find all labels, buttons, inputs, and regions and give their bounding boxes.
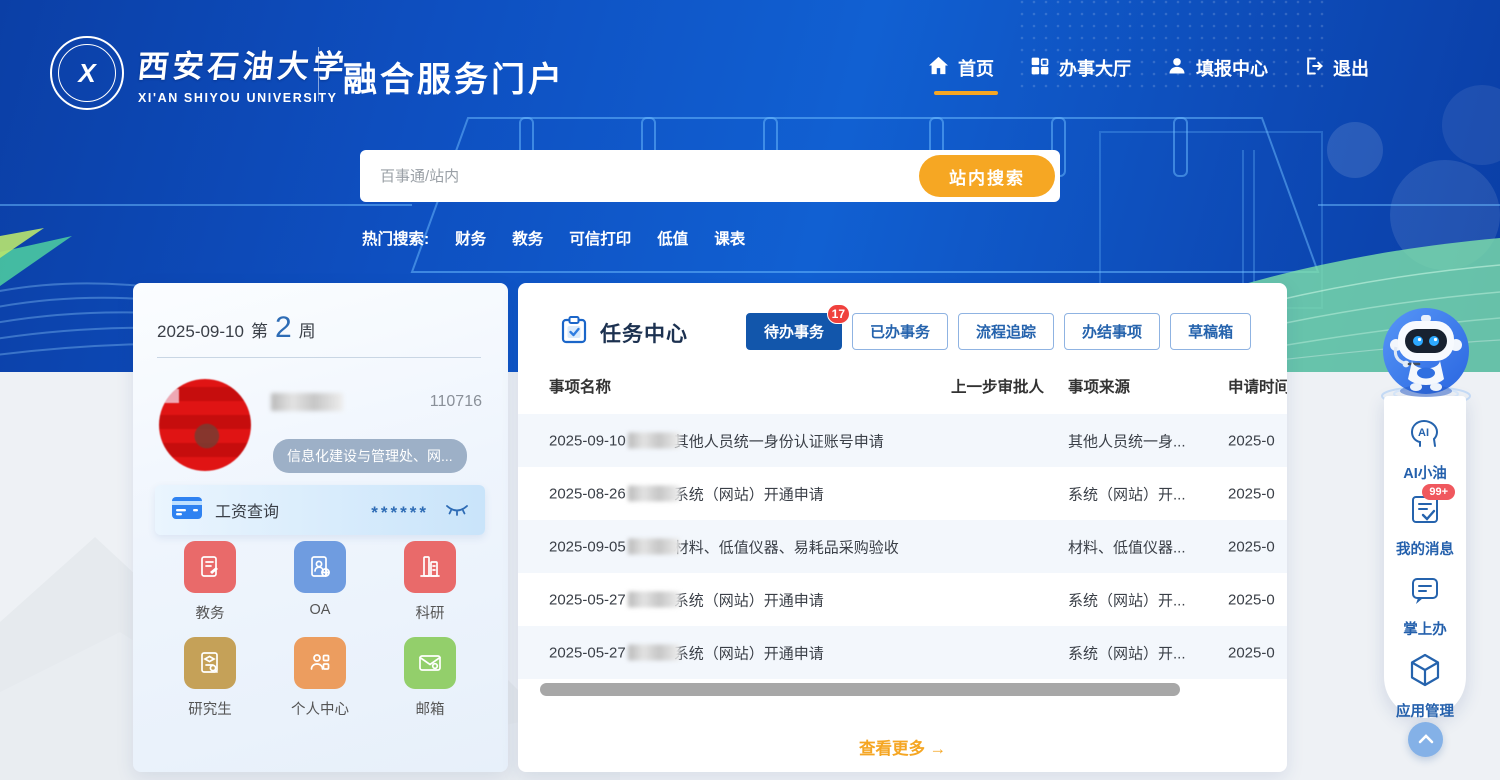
university-name-en: XI'AN SHIYOU UNIVERSITY bbox=[138, 91, 348, 105]
week-number: 2 bbox=[275, 311, 292, 345]
scroll-to-top-button[interactable] bbox=[1408, 722, 1443, 757]
hot-term[interactable]: 课表 bbox=[714, 227, 745, 249]
id-card-icon bbox=[294, 541, 346, 593]
header-divider bbox=[318, 47, 319, 101]
portal-title: 融合服务门户 bbox=[343, 52, 565, 101]
chevron-up-icon bbox=[1418, 731, 1434, 749]
redacted-name bbox=[628, 433, 680, 449]
task-tabs: 待办事务 17 已办事务 流程追踪 办结事项 草稿箱 bbox=[746, 313, 1251, 350]
tab-pending[interactable]: 待办事务 17 bbox=[746, 313, 842, 350]
table-row[interactable]: 2025-09-10其他人员统一身份认证账号申请 其他人员统一身... 2025… bbox=[518, 414, 1287, 467]
tab-done[interactable]: 已办事务 bbox=[852, 313, 948, 350]
hot-term[interactable]: 可信打印 bbox=[569, 227, 631, 249]
home-icon bbox=[928, 56, 949, 80]
app-mail[interactable]: 邮箱 bbox=[404, 637, 456, 719]
horizontal-scrollbar[interactable] bbox=[540, 683, 1180, 696]
pending-count-badge: 17 bbox=[827, 304, 850, 324]
app-oa[interactable]: OA bbox=[294, 541, 346, 623]
view-more-link[interactable]: 查看更多 → bbox=[518, 735, 1287, 759]
nav-item-report-center[interactable]: 填报中心 bbox=[1167, 55, 1268, 95]
eye-closed-icon[interactable] bbox=[445, 502, 469, 518]
app-yanjiusheng[interactable]: 研究生 bbox=[184, 637, 236, 719]
app-keyan[interactable]: 科研 bbox=[404, 541, 456, 623]
university-emblem-icon: X bbox=[50, 36, 124, 110]
redacted-name bbox=[628, 645, 680, 661]
app-personal-center[interactable]: 个人中心 bbox=[291, 637, 349, 719]
svg-text:AI: AI bbox=[1418, 427, 1429, 439]
clipboard-check-icon bbox=[560, 315, 588, 350]
chat-bubble-icon bbox=[1409, 576, 1441, 611]
top-nav: 首页 办事大厅 填报中心 bbox=[928, 55, 1369, 95]
messages-count-badge: 99+ bbox=[1422, 484, 1455, 500]
salary-query-card: 工资查询 ****** bbox=[155, 485, 485, 535]
float-item-mobile-office[interactable]: 掌上办 bbox=[1384, 576, 1466, 639]
doc-edit-icon bbox=[184, 541, 236, 593]
employee-id: 110716 bbox=[430, 393, 482, 411]
table-row[interactable]: 2025-05-27系统（网站）开通申请 系统（网站）开... 2025-0 bbox=[518, 573, 1287, 626]
float-item-ai[interactable]: AI AI小油 bbox=[1384, 418, 1466, 483]
salary-label: 工资查询 bbox=[215, 498, 279, 522]
building-icon bbox=[404, 541, 456, 593]
user-icon bbox=[1167, 56, 1187, 81]
tab-drafts[interactable]: 草稿箱 bbox=[1170, 313, 1251, 350]
task-center-title: 任务中心 bbox=[600, 318, 688, 348]
people-icon bbox=[294, 637, 346, 689]
hot-term[interactable]: 教务 bbox=[512, 227, 543, 249]
active-nav-underline bbox=[934, 91, 998, 95]
site-search: 站内搜索 bbox=[360, 150, 1060, 202]
salary-masked-value: ****** bbox=[371, 497, 429, 523]
hot-search-row: 热门搜索: 财务 教务 可信打印 低值 课表 bbox=[362, 227, 745, 249]
float-item-app-management[interactable]: 应用管理 bbox=[1384, 652, 1466, 721]
app-jiaowu[interactable]: 教务 bbox=[184, 541, 236, 623]
mail-icon bbox=[404, 637, 456, 689]
ai-robot-mascot[interactable] bbox=[1382, 307, 1470, 399]
cube-icon bbox=[1408, 652, 1442, 693]
hot-term[interactable]: 低值 bbox=[657, 227, 688, 249]
hot-search-label: 热门搜索: bbox=[362, 227, 429, 249]
salary-card-icon bbox=[171, 496, 203, 525]
table-header: 事项名称 上一步审批人 事项来源 申请时间 bbox=[518, 375, 1287, 405]
date-week: 2025-09-10 第 2 周 bbox=[157, 311, 316, 345]
table-row[interactable]: 2025-08-26系统（网站）开通申请 系统（网站）开... 2025-0 bbox=[518, 467, 1287, 520]
nav-item-home[interactable]: 首页 bbox=[928, 55, 994, 95]
avatar bbox=[159, 379, 251, 471]
nav-item-service-hall[interactable]: 办事大厅 bbox=[1030, 55, 1131, 95]
university-logo: X 西安石油大学 XI'AN SHIYOU UNIVERSITY bbox=[50, 36, 348, 110]
grad-doc-icon bbox=[184, 637, 236, 689]
table-row[interactable]: 2025-09-05材料、低值仪器、易耗品采购验收 材料、低值仪器... 202… bbox=[518, 520, 1287, 573]
redacted-name bbox=[628, 486, 680, 502]
profile-divider bbox=[157, 357, 481, 358]
profile-card: 2025-09-10 第 2 周 110716 信息化建设与管理处、网... 工… bbox=[133, 283, 508, 772]
redacted-name bbox=[628, 539, 680, 555]
redacted-name bbox=[628, 592, 680, 608]
user-name-redacted bbox=[271, 393, 343, 411]
nav-item-logout[interactable]: 退出 bbox=[1304, 55, 1369, 95]
portal-page: X 西安石油大学 XI'AN SHIYOU UNIVERSITY 融合服务门户 … bbox=[0, 0, 1500, 780]
hot-term[interactable]: 财务 bbox=[455, 227, 486, 249]
search-input[interactable] bbox=[360, 150, 919, 202]
table-row[interactable]: 2025-05-27系统（网站）开通申请 系统（网站）开... 2025-0 bbox=[518, 626, 1287, 679]
tab-process-tracking[interactable]: 流程追踪 bbox=[958, 313, 1054, 350]
ai-head-icon: AI bbox=[1408, 418, 1442, 455]
grid-icon bbox=[1030, 56, 1050, 81]
message-icon: 99+ bbox=[1409, 492, 1441, 531]
search-button[interactable]: 站内搜索 bbox=[919, 155, 1055, 197]
logout-icon bbox=[1304, 56, 1324, 81]
tab-closed-items[interactable]: 办结事项 bbox=[1064, 313, 1160, 350]
quick-app-grid: 教务 OA bbox=[155, 541, 485, 719]
department-tag: 信息化建设与管理处、网... bbox=[273, 439, 467, 473]
task-center-card: 任务中心 待办事务 17 已办事务 流程追踪 办结事项 草稿箱 事项名称 上一步… bbox=[518, 283, 1287, 772]
float-item-messages[interactable]: 99+ 我的消息 bbox=[1384, 492, 1466, 559]
